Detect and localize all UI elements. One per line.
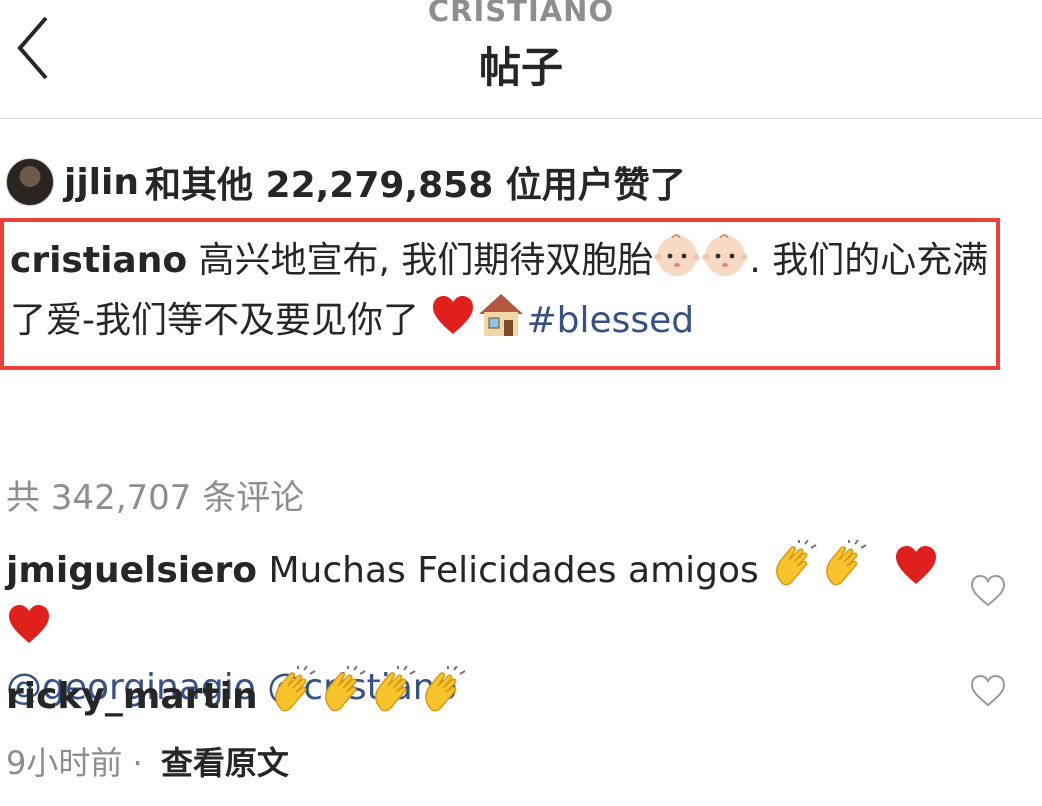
- heart-outline-icon: [970, 574, 1006, 607]
- clap-emoji-icon: [821, 539, 869, 603]
- avatar[interactable]: [6, 158, 54, 206]
- post-caption: cristiano 高兴地宣布, 我们期待双胞胎. 我们的心充满了爱-我们等不及…: [10, 232, 1000, 352]
- caption-username[interactable]: cristiano: [10, 240, 187, 281]
- separator-dot: ·: [122, 744, 153, 782]
- baby-emoji-icon: [702, 232, 748, 292]
- caption-text-1: 高兴地宣布, 我们期待双胞胎: [187, 240, 654, 281]
- post-meta: 9小时前 · 查看原文: [6, 738, 289, 784]
- see-original-button[interactable]: 查看原文: [161, 744, 289, 782]
- likes-username[interactable]: jjlin: [64, 162, 139, 203]
- clap-emoji-icon: [370, 665, 418, 729]
- heart-emoji-icon: [7, 603, 51, 662]
- heart-outline-icon: [970, 674, 1006, 707]
- comment-username[interactable]: ricky_martin: [6, 676, 258, 717]
- clap-emoji-icon: [270, 665, 318, 729]
- heart-emoji-icon: [894, 544, 938, 603]
- comment-username[interactable]: jmiguelsiero: [6, 550, 257, 591]
- comment-text: Muchas Felicidades amigos: [257, 550, 771, 591]
- heart-emoji-icon: [431, 294, 475, 352]
- likes-row: jjlin 和其他 22,279,858 位用户赞了: [6, 152, 686, 212]
- comment-item: ricky_martin: [6, 665, 946, 729]
- clap-emoji-icon: [420, 665, 468, 729]
- clap-emoji-icon: [320, 665, 368, 729]
- account-name: CRISTIANO: [427, 0, 615, 28]
- baby-emoji-icon: [654, 232, 700, 292]
- clap-emoji-icon: [771, 539, 819, 603]
- like-comment-button[interactable]: [970, 674, 1010, 714]
- top-bar: CRISTIANO 帖子: [0, 0, 1042, 119]
- view-all-comments-link[interactable]: 共 342,707 条评论: [6, 470, 304, 519]
- likes-text[interactable]: 和其他 22,279,858 位用户赞了: [145, 156, 686, 208]
- page-title: 帖子: [478, 43, 563, 92]
- house-emoji-icon: [477, 292, 525, 352]
- timestamp: 9小时前: [6, 744, 123, 782]
- caption-highlight-box: cristiano 高兴地宣布, 我们期待双胞胎. 我们的心充满了爱-我们等不及…: [0, 218, 1000, 370]
- like-comment-button[interactable]: [970, 574, 1010, 614]
- hashtag-link[interactable]: #blessed: [526, 300, 694, 341]
